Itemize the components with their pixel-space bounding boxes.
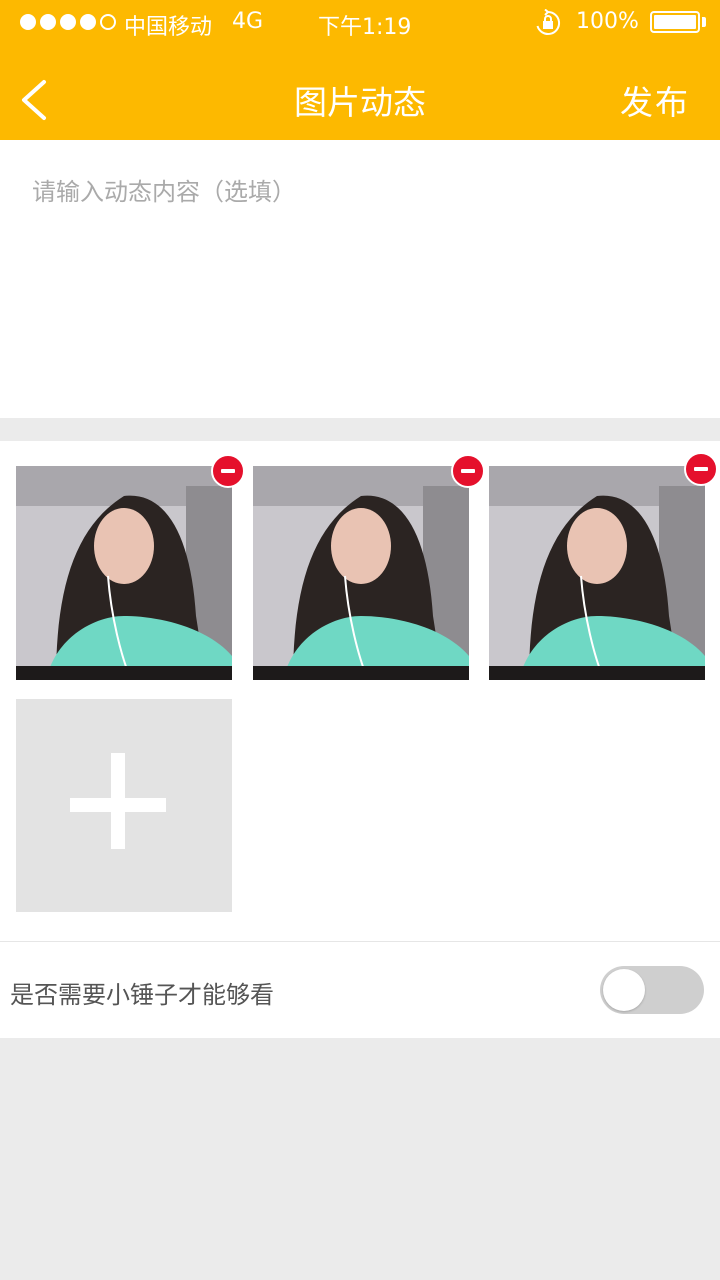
battery-icon bbox=[650, 11, 700, 33]
remove-photo-button[interactable] bbox=[451, 454, 485, 488]
rotation-lock-icon bbox=[536, 9, 561, 35]
status-bar: 中国移动 4G 下午1:19 100% bbox=[0, 0, 720, 46]
app-header: 中国移动 4G 下午1:19 100% 图片动态 发布 bbox=[0, 0, 720, 140]
photo-image bbox=[253, 466, 469, 680]
photo-thumbnail[interactable] bbox=[253, 466, 469, 680]
publish-button[interactable]: 发布 bbox=[620, 76, 690, 124]
battery-percentage: 100% bbox=[576, 9, 639, 34]
content-area bbox=[0, 140, 720, 418]
carrier-name: 中国移动 bbox=[124, 15, 213, 40]
network-type: 4G bbox=[232, 9, 264, 34]
hammer-required-toggle[interactable] bbox=[600, 966, 704, 1014]
photo-image bbox=[489, 466, 705, 680]
signal-strength-icon bbox=[20, 14, 116, 30]
content-input[interactable] bbox=[22, 168, 698, 398]
remove-photo-button[interactable] bbox=[684, 452, 718, 486]
toggle-label: 是否需要小锤子才能够看 bbox=[10, 981, 274, 1009]
page-title: 图片动态 bbox=[294, 83, 426, 122]
photo-thumbnail[interactable] bbox=[16, 466, 232, 680]
visibility-setting-row: 是否需要小锤子才能够看 bbox=[0, 941, 720, 1038]
photo-grid bbox=[0, 441, 720, 941]
photo-thumbnail[interactable] bbox=[489, 466, 705, 680]
add-photo-button[interactable] bbox=[16, 699, 232, 912]
toggle-knob bbox=[603, 969, 645, 1011]
photo-image bbox=[16, 466, 232, 680]
remove-photo-button[interactable] bbox=[211, 454, 245, 488]
status-time: 下午1:19 bbox=[318, 15, 412, 40]
